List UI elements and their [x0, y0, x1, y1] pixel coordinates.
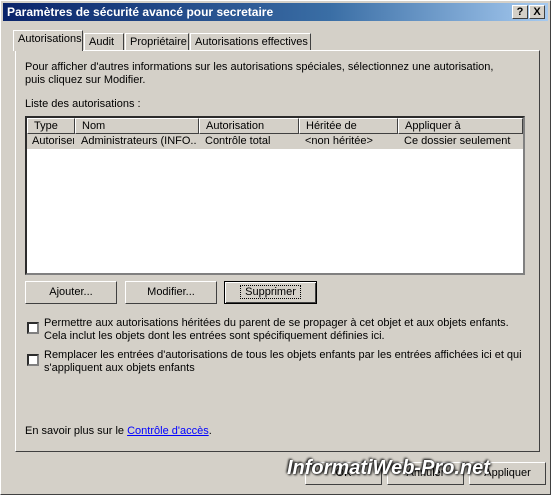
list-label: Liste des autorisations :: [25, 98, 141, 110]
tab-audit[interactable]: Audit: [84, 33, 124, 51]
access-control-link[interactable]: Contrôle d'accès: [127, 425, 209, 437]
tab-autorisations-effectives[interactable]: Autorisations effectives: [190, 33, 311, 51]
learn-more-prefix: En savoir plus sur le: [25, 425, 125, 437]
row-name: Administrateurs (INFO...: [81, 135, 197, 147]
add-button-label: Ajouter...: [49, 286, 93, 298]
apply-button-label: Appliquer: [484, 467, 531, 479]
column-header-permission[interactable]: Autorisation: [199, 118, 299, 134]
row-inherited: <non héritée>: [305, 135, 373, 147]
title-bar[interactable]: Paramètres de sécurité avancé pour secre…: [3, 3, 548, 21]
edit-button[interactable]: Modifier...: [125, 281, 217, 304]
permissions-list[interactable]: Type Nom Autorisation Héritée de Appliqu…: [25, 116, 525, 275]
column-header-apply[interactable]: Appliquer à: [398, 118, 523, 134]
close-button[interactable]: X: [529, 5, 545, 19]
column-header-inherited[interactable]: Héritée de: [299, 118, 398, 134]
row-permission: Contrôle total: [205, 135, 271, 147]
tab-autorisations[interactable]: Autorisations: [13, 30, 83, 51]
row-apply: Ce dossier seulement: [404, 135, 511, 147]
tab-proprietaire[interactable]: Propriétaire: [125, 33, 189, 51]
add-button[interactable]: Ajouter...: [25, 281, 117, 304]
security-dialog: Paramètres de sécurité avancé pour secre…: [0, 0, 551, 495]
row-type: Autoriser: [32, 135, 74, 147]
remove-button[interactable]: Supprimer: [224, 281, 317, 304]
remove-button-label: Supprimer: [240, 285, 301, 299]
learn-more-text: En savoir plus sur le Contrôle d'accès.: [25, 425, 212, 437]
learn-more-suffix: .: [208, 425, 212, 437]
inherit-permissions-checkbox[interactable]: [27, 322, 39, 334]
column-header-name[interactable]: Nom: [75, 118, 199, 134]
edit-button-label: Modifier...: [147, 286, 195, 298]
table-row[interactable]: Autoriser Administrateurs (INFO... Contr…: [27, 134, 523, 149]
watermark: InformatiWeb-Pro.net: [287, 457, 490, 479]
replace-child-permissions-checkbox[interactable]: [27, 354, 39, 366]
help-button[interactable]: ?: [512, 5, 528, 19]
info-text: Pour afficher d'autres informations sur …: [25, 61, 494, 86]
replace-child-permissions-label: Remplacer les entrées d'autorisations de…: [44, 349, 522, 374]
column-header-type[interactable]: Type: [27, 118, 75, 134]
window-title: Paramètres de sécurité avancé pour secre…: [7, 5, 274, 19]
inherit-permissions-label: Permettre aux autorisations héritées du …: [44, 317, 509, 342]
